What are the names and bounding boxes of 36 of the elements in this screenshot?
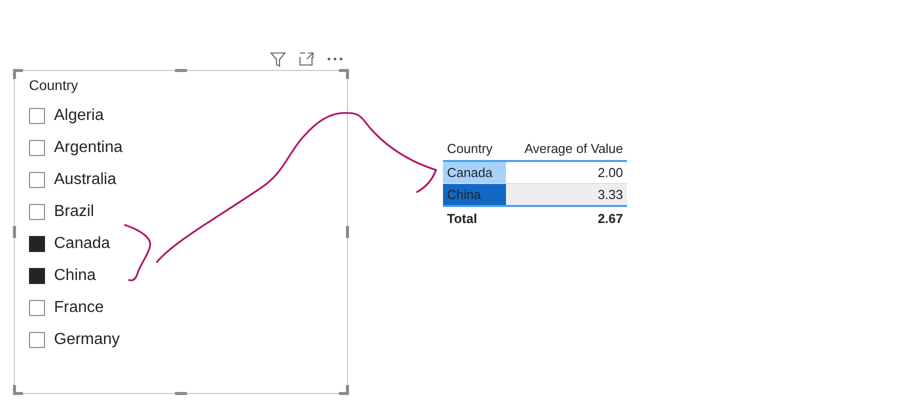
table-cell-text: 2.00	[596, 164, 624, 182]
slicer-item[interactable]: France	[54, 299, 104, 317]
resize-handle[interactable]	[175, 69, 187, 72]
focus-mode-icon[interactable]	[299, 52, 314, 66]
resize-handle[interactable]	[175, 392, 187, 395]
filter-icon[interactable]	[270, 52, 286, 66]
resize-handle[interactable]	[339, 385, 349, 395]
total-label: Total	[446, 210, 478, 226]
checkbox[interactable]	[29, 108, 45, 124]
resize-handle[interactable]	[13, 385, 23, 395]
checkbox[interactable]	[29, 140, 45, 156]
slicer-item[interactable]: Canada	[54, 235, 110, 253]
more-options-icon[interactable]	[327, 57, 343, 61]
checkbox[interactable]	[29, 332, 45, 348]
checkbox[interactable]	[29, 204, 45, 220]
table-cell: China	[443, 184, 506, 205]
slicer-item[interactable]: Brazil	[54, 203, 94, 221]
slicer-item[interactable]: China	[54, 267, 96, 285]
slicer-item[interactable]: Argentina	[54, 139, 122, 157]
total-value: 2.67	[596, 210, 624, 226]
slicer-item[interactable]: Algeria	[54, 107, 104, 125]
slicer-title: Country	[29, 77, 80, 94]
slicer-item[interactable]: Germany	[54, 331, 120, 349]
column-header[interactable]: Country	[443, 140, 506, 156]
resize-handle[interactable]	[13, 226, 16, 238]
resize-handle[interactable]	[13, 69, 23, 79]
resize-handle[interactable]	[346, 226, 349, 238]
checkbox[interactable]	[29, 268, 45, 284]
column-header[interactable]: Average of Value	[506, 140, 627, 156]
checkbox[interactable]	[29, 236, 45, 252]
table-cell-text: 3.33	[596, 186, 624, 204]
table-cell: Canada	[443, 162, 506, 183]
checkbox[interactable]	[29, 172, 45, 188]
checkbox[interactable]	[29, 300, 45, 316]
slicer-item[interactable]: Australia	[54, 171, 116, 189]
resize-handle[interactable]	[339, 69, 349, 79]
